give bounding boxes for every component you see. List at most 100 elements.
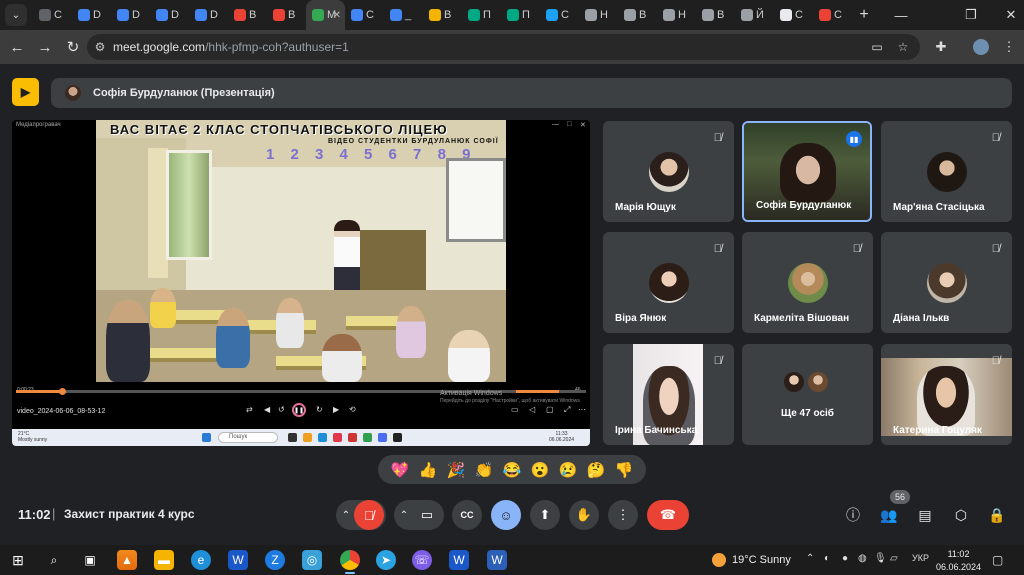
present-screen-button[interactable]: ⬆ — [530, 500, 560, 530]
search-icon[interactable]: ⌕ — [44, 550, 64, 570]
video-options-icon[interactable]: ⌃ — [394, 510, 414, 521]
app-icon[interactable]: W — [228, 550, 248, 570]
shared-start-icon — [202, 433, 211, 442]
tray-app-icon[interactable]: ● — [842, 553, 848, 564]
browser-tab[interactable]: C — [33, 0, 72, 30]
participant-tile[interactable]: 🎙̸ Катерина Гоцуляк — [881, 344, 1012, 445]
chrome-icon[interactable] — [340, 550, 360, 570]
browser-tab[interactable]: B — [228, 0, 267, 30]
word-icon[interactable]: W — [487, 550, 507, 570]
forward-icon[interactable]: → — [32, 34, 58, 60]
notifications-icon[interactable]: ▢ — [992, 553, 1003, 567]
tray-chevron-icon[interactable]: ⌃ — [806, 553, 814, 564]
language-indicator[interactable]: УКР — [912, 553, 929, 563]
browser-tab[interactable]: D — [189, 0, 228, 30]
raise-hand-button[interactable]: ✋ — [569, 500, 599, 530]
taskbar-weather[interactable]: 19°C Sunny — [712, 553, 791, 567]
taskbar-clock[interactable]: 11:02 06.06.2024 — [936, 548, 981, 574]
participant-name: Діана Ількв — [893, 313, 950, 324]
browser-tab[interactable]: D — [111, 0, 150, 30]
browser-tab[interactable]: C — [345, 0, 384, 30]
network-icon[interactable]: ▱ — [890, 553, 898, 564]
app-icon[interactable]: ◎ — [302, 550, 322, 570]
site-info-icon[interactable]: ⚙ — [87, 40, 113, 54]
camera-in-use-icon[interactable]: ▭ — [865, 34, 889, 60]
browser-tab[interactable]: С — [774, 0, 813, 30]
shared-folder-icon — [303, 433, 312, 442]
chat-icon[interactable]: ▤ — [914, 504, 936, 526]
browser-tab[interactable]: C — [540, 0, 579, 30]
browser-tab[interactable]: Й — [735, 0, 774, 30]
participant-tile[interactable]: 🎙̸ Марія Ющук — [603, 121, 734, 222]
edge-icon[interactable]: e — [191, 550, 211, 570]
telegram-icon[interactable]: ➤ — [376, 550, 396, 570]
seek-handle[interactable] — [58, 388, 66, 395]
participant-tile[interactable]: 🎙̸ Ірина Бачинська — [603, 344, 734, 445]
close-tab-icon[interactable]: ✕ — [333, 10, 341, 21]
browser-tab[interactable]: В — [618, 0, 657, 30]
reaction-emoji[interactable]: 👎 — [615, 461, 634, 479]
participant-tile[interactable]: 🎙̸ Віра Янюк — [603, 232, 734, 333]
video-pupil — [150, 288, 176, 328]
zoom-icon[interactable]: Z — [265, 550, 285, 570]
leave-call-button[interactable]: ☎ — [647, 500, 689, 530]
host-controls-icon[interactable]: 🔒 — [986, 504, 1008, 526]
reactions-button[interactable]: ☺ — [491, 500, 521, 530]
browser-tab[interactable]: В — [696, 0, 735, 30]
browser-tab[interactable]: Н — [579, 0, 618, 30]
participant-tile[interactable]: 🎙̸ Мар'яна Стасіцька — [881, 121, 1012, 222]
participant-tile[interactable]: 🎙̸ Діана Ількв — [881, 232, 1012, 333]
audio-options-icon[interactable]: ⌃ — [336, 510, 356, 521]
camera-button[interactable]: ▭ — [412, 500, 442, 530]
close-window-icon[interactable]: ✕ — [988, 0, 1024, 30]
vlc-icon[interactable]: ▲ — [117, 550, 137, 570]
extensions-icon[interactable]: ✚ — [928, 30, 954, 64]
reaction-emoji[interactable]: 👏 — [475, 461, 494, 479]
minimize-icon[interactable]: — — [878, 0, 924, 30]
reaction-emoji[interactable]: 🎉 — [447, 461, 466, 479]
reaction-emoji[interactable]: 😂 — [503, 461, 522, 479]
browser-tab[interactable]: B — [423, 0, 462, 30]
tray-app-icon[interactable]: ◐ — [824, 553, 830, 564]
new-tab-button[interactable]: + — [852, 6, 876, 24]
microphone-off-button[interactable]: 🎙̸ — [354, 500, 384, 530]
presenter-avatar — [65, 85, 81, 101]
tab-search-dropdown-icon[interactable]: ⌄ — [5, 4, 27, 26]
browser-tab[interactable]: П — [501, 0, 540, 30]
app-icon[interactable]: W — [449, 550, 469, 570]
meeting-details-icon[interactable]: ⓘ — [842, 504, 864, 526]
reaction-emoji[interactable]: 😮 — [531, 461, 550, 479]
reload-icon[interactable]: ↻ — [60, 34, 86, 60]
browser-menu-icon[interactable]: ⋮ — [996, 30, 1022, 64]
browser-tab[interactable]: С — [813, 0, 852, 30]
browser-tab[interactable]: D — [72, 0, 111, 30]
reaction-emoji[interactable]: 😢 — [559, 461, 578, 479]
browser-tab[interactable]: M ✕ — [306, 0, 345, 30]
task-view-icon[interactable]: ▣ — [80, 550, 100, 570]
browser-tab[interactable]: _ — [384, 0, 423, 30]
participant-tile[interactable]: 🎙̸ Кармеліта Вішован — [742, 232, 873, 333]
captions-button[interactable]: CC — [452, 500, 482, 530]
bookmark-star-icon[interactable]: ☆ — [891, 34, 915, 60]
tray-app-icon[interactable]: ◍ — [858, 553, 867, 564]
tray-mic-icon[interactable]: 🎙 — [874, 553, 887, 564]
reaction-emoji[interactable]: 🤔 — [587, 461, 606, 479]
viber-icon[interactable]: ☏ — [412, 550, 432, 570]
people-icon[interactable]: 👥 — [878, 504, 900, 526]
activities-icon[interactable]: ⬡ — [950, 504, 972, 526]
file-explorer-icon[interactable]: ▬ — [154, 550, 174, 570]
more-participants-tile[interactable]: Ще 47 осіб — [742, 344, 873, 445]
participant-tile[interactable]: ▮▮ Софія Бурдуланюк — [742, 121, 872, 222]
reaction-emoji[interactable]: 👍 — [419, 461, 438, 479]
profile-avatar[interactable] — [968, 30, 994, 64]
browser-tab[interactable]: П — [462, 0, 501, 30]
url-omnibox[interactable]: ⚙ meet.google.com/hhk-pfmp-coh?authuser=… — [87, 34, 920, 60]
browser-tab[interactable]: Н — [657, 0, 696, 30]
more-options-button[interactable]: ⋮ — [608, 500, 638, 530]
back-icon[interactable]: ← — [4, 34, 30, 60]
browser-tab[interactable]: B — [267, 0, 306, 30]
reaction-emoji[interactable]: 💖 — [391, 461, 410, 479]
browser-tab[interactable]: D — [150, 0, 189, 30]
windows-start-icon[interactable]: ⊞ — [8, 550, 28, 570]
miniplayer-icon: ▭ — [511, 405, 519, 414]
